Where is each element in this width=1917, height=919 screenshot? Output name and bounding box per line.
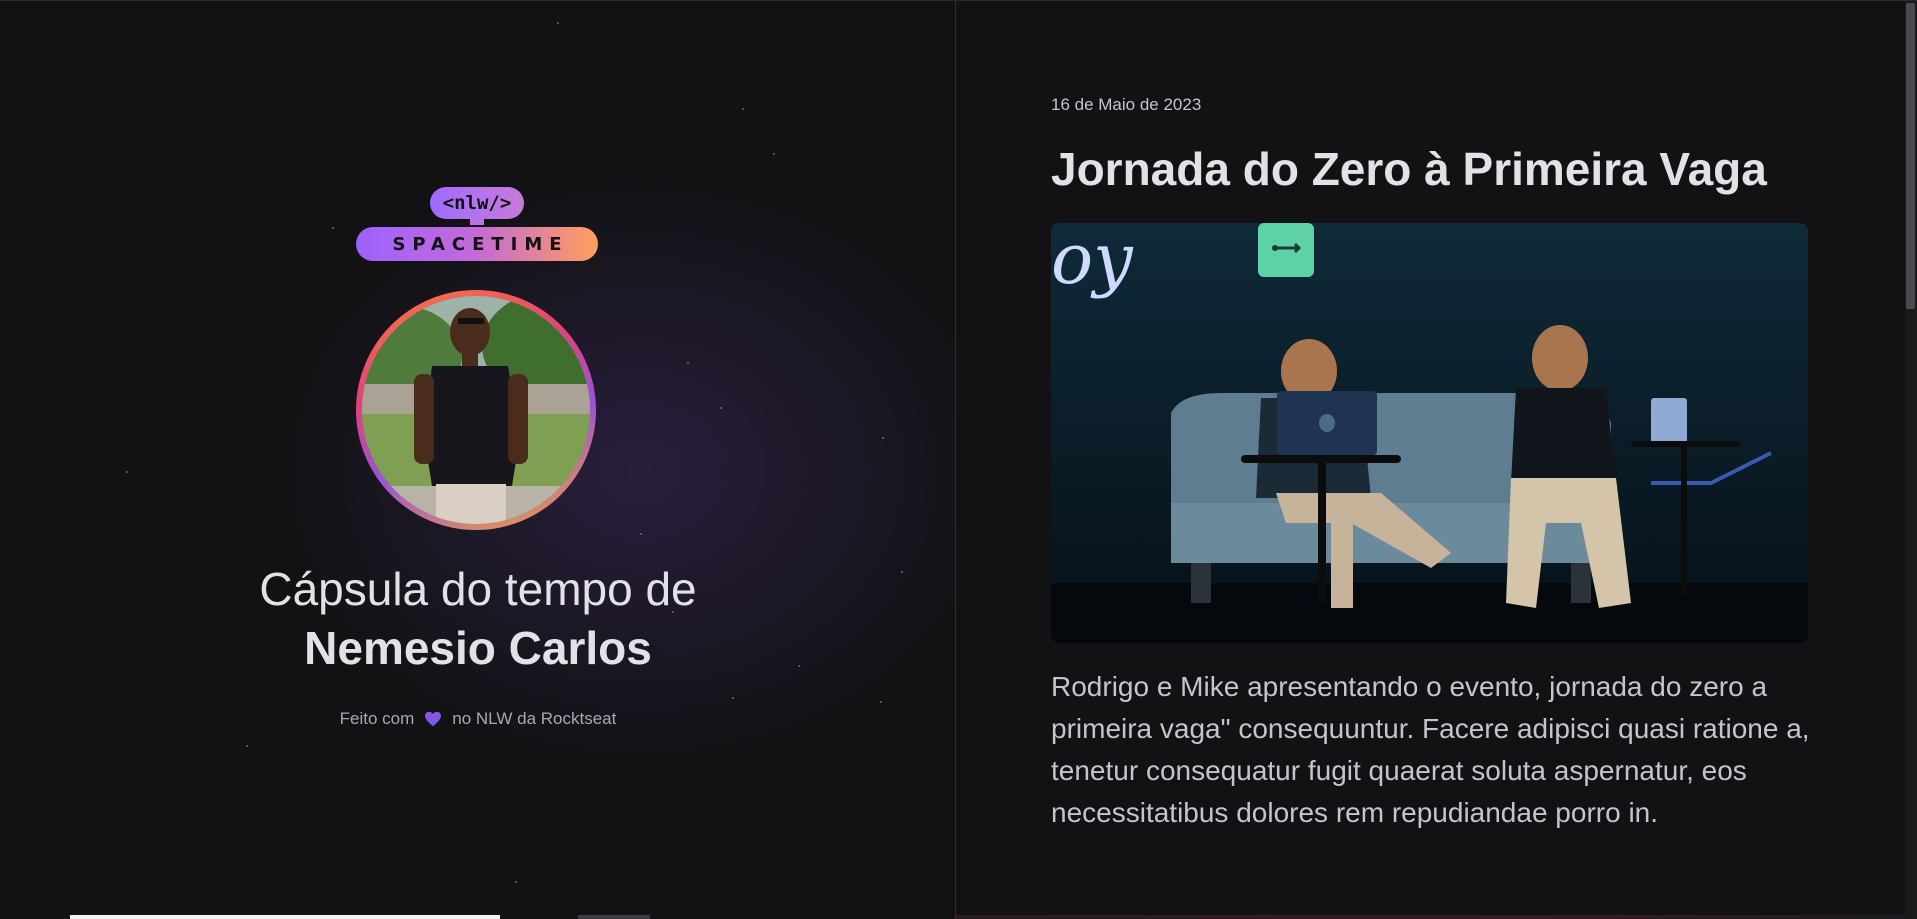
event-photo-icon: oy [1051,223,1808,643]
memory-panel: 16 de Maio de 2023 Jornada do Zero à Pri… [956,1,1917,919]
scrollbar-segment [578,915,650,919]
avatar-photo [362,296,590,524]
profile-name: Nemesio Carlos [304,622,652,674]
memory-title: Jornada do Zero à Primeira Vaga [1051,143,1767,195]
footer-text-before: Feito com [339,709,415,728]
profile-title: Cápsula do tempo de [259,563,697,615]
scrollbar-thumb[interactable] [1906,3,1915,309]
app-window: <nlw/> SPACETIME Cápsula do tempo de Nem… [0,0,1917,919]
profile-panel: <nlw/> SPACETIME Cápsula do tempo de Nem… [0,1,956,919]
memory-date: 16 de Maio de 2023 [1051,95,1202,114]
vertical-scrollbar[interactable] [1905,1,1917,919]
person-photo-icon [362,296,590,524]
avatar [356,290,596,530]
logo-bottom-label: SPACETIME [356,227,598,261]
svg-text:oy: oy [1051,223,1134,300]
horizontal-scrollbar[interactable] [70,915,500,919]
memory-description: Rodrigo e Mike apresentando o evento, jo… [1051,671,1810,828]
heart-icon [425,711,442,727]
footer-credit: Feito com no NLW da Rocktseat [0,709,955,729]
footer-text-after: no NLW da Rocktseat [452,709,617,728]
nlw-spacetime-logo: <nlw/> SPACETIME [356,187,598,261]
memory-image: oy [1051,223,1808,643]
logo-top-label: <nlw/> [430,187,524,219]
bottom-edge [956,915,1917,919]
